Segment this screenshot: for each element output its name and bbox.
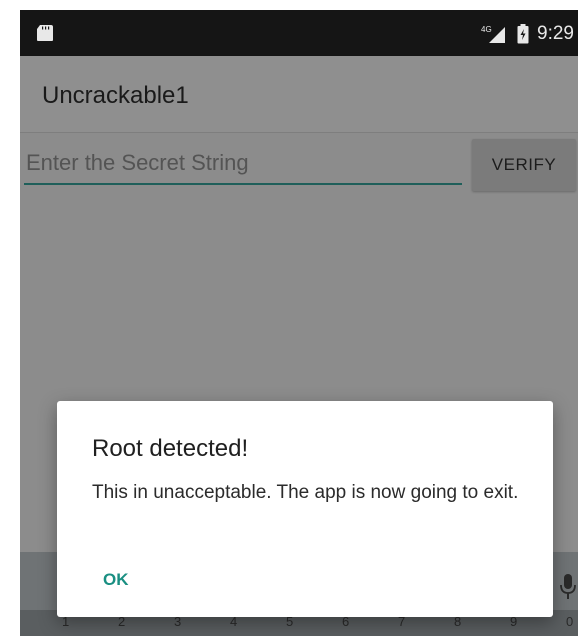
device-frame: 4G 9:29 Uncrackable1 VERIFY 1 2 3 bbox=[0, 0, 578, 636]
dialog-title: Root detected! bbox=[92, 435, 249, 462]
keyboard-key[interactable]: 0 bbox=[566, 614, 573, 629]
phone-screen: 4G 9:29 Uncrackable1 VERIFY 1 2 3 bbox=[20, 10, 578, 636]
dialog-message: This in unacceptable. The app is now goi… bbox=[92, 482, 519, 503]
secret-string-input[interactable] bbox=[24, 143, 462, 185]
network-type-label: 4G bbox=[481, 25, 492, 34]
microphone-icon[interactable] bbox=[560, 574, 576, 600]
app-bar: Uncrackable1 bbox=[20, 56, 578, 133]
app-title: Uncrackable1 bbox=[42, 82, 189, 109]
verify-button[interactable]: VERIFY bbox=[472, 139, 576, 191]
root-detected-dialog: Root detected! This in unacceptable. The… bbox=[57, 401, 553, 617]
network-signal-icon: 4G bbox=[481, 25, 505, 43]
battery-icon bbox=[517, 24, 529, 44]
status-bar: 4G 9:29 bbox=[20, 10, 578, 56]
status-time: 9:29 bbox=[537, 23, 574, 44]
ok-button[interactable]: OK bbox=[91, 560, 151, 600]
sd-card-icon bbox=[37, 25, 53, 41]
